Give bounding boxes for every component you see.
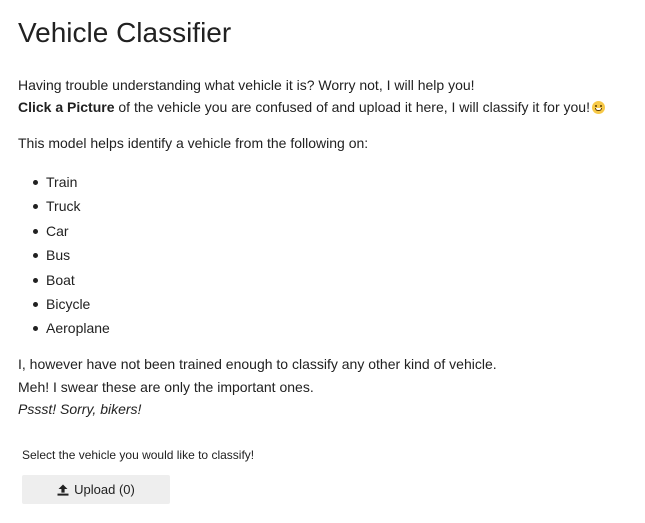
outro-line-1: I, however have not been trained enough … (18, 356, 497, 372)
list-item: Bus (18, 243, 110, 267)
outro-text: I, however have not been trained enough … (18, 353, 497, 421)
outro-italic-text: Pssst! Sorry, bikers! (18, 401, 142, 417)
vehicle-list: Train Truck Car Bus Boat Bicycle Aeropla… (18, 170, 110, 341)
list-item: Bicycle (18, 292, 110, 316)
upload-button-label: Upload (0) (74, 482, 135, 497)
list-item: Aeroplane (18, 316, 110, 340)
model-description: This model helps identify a vehicle from… (18, 135, 369, 151)
outro-line-2: Meh! I swear these are only the importan… (18, 378, 314, 395)
intro-text: Having trouble understanding what vehicl… (18, 74, 605, 118)
intro-line-2: Click a Picture of the vehicle you are c… (18, 96, 605, 118)
upload-icon (57, 484, 69, 496)
intro-line-2-rest: of the vehicle you are confused of and u… (114, 99, 590, 115)
outro-line-3: Pssst! Sorry, bikers! (18, 398, 497, 421)
grinning-face-emoji-icon (591, 101, 605, 114)
upload-button[interactable]: Upload (0) (22, 475, 170, 504)
list-item: Car (18, 219, 110, 243)
upload-label: Select the vehicle you would like to cla… (22, 448, 255, 462)
list-item: Boat (18, 268, 110, 292)
list-item: Train (18, 170, 110, 194)
intro-bold-text: Click a Picture (18, 99, 115, 115)
list-item: Truck (18, 194, 110, 218)
page-title: Vehicle Classifier (18, 17, 232, 48)
intro-line-1: Having trouble understanding what vehicl… (18, 77, 475, 93)
